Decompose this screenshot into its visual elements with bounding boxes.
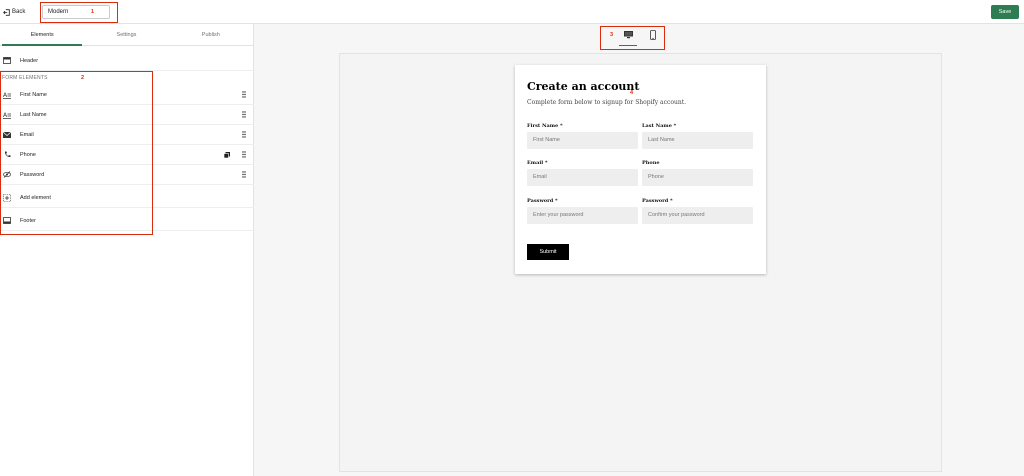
last-name-input[interactable]: Last Name <box>642 132 753 149</box>
signup-form-preview: Create an account Complete form below to… <box>515 65 766 274</box>
sidebar-item-header[interactable]: Header <box>0 51 254 71</box>
tab-elements[interactable]: Elements <box>0 24 84 46</box>
tab-publish[interactable]: Publish <box>169 24 253 45</box>
drag-handle-icon[interactable] <box>242 111 246 118</box>
callout-box-2 <box>0 71 153 235</box>
header-layout-icon <box>3 57 11 65</box>
duplicate-icon[interactable] <box>223 151 230 158</box>
phone-input[interactable]: Phone <box>642 169 753 186</box>
drag-handle-icon[interactable] <box>242 171 246 178</box>
form-subtitle: Complete form below to signup for Shopif… <box>527 99 687 106</box>
phone-label: Phone <box>642 160 660 166</box>
callout-box-1 <box>40 2 118 23</box>
top-bar: Back Modern Save <box>0 0 1024 24</box>
drag-handle-icon[interactable] <box>242 91 246 98</box>
back-button[interactable]: Back <box>3 7 25 17</box>
callout-number-2: 2 <box>81 75 85 81</box>
form-title: Create an account <box>527 80 640 93</box>
first-name-input[interactable]: First Name <box>527 132 638 149</box>
sidebar-item-label: Header <box>20 57 39 64</box>
save-button[interactable]: Save <box>991 5 1019 19</box>
drag-handle-icon[interactable] <box>242 151 246 158</box>
password-label: Password * <box>527 198 558 204</box>
callout-box-3 <box>600 26 665 50</box>
callout-number-1: 1 <box>91 9 95 15</box>
sidebar-tabs: Elements Settings Publish <box>0 24 253 46</box>
confirm-password-input[interactable]: Confirm your password <box>642 207 753 224</box>
confirm-password-label: Password * <box>642 198 673 204</box>
submit-button[interactable]: Submit <box>527 244 569 260</box>
first-name-label: First Name * <box>527 123 563 129</box>
callout-number-3: 3 <box>610 32 614 38</box>
back-label: Back <box>12 9 26 15</box>
last-name-label: Last Name * <box>642 123 677 129</box>
tab-settings[interactable]: Settings <box>84 24 168 45</box>
email-input[interactable]: Email <box>527 169 638 186</box>
email-label: Email * <box>527 160 548 166</box>
password-input[interactable]: Enter your password <box>527 207 638 224</box>
drag-handle-icon[interactable] <box>242 131 246 138</box>
callout-number-4: 4 <box>630 90 634 96</box>
back-icon <box>3 8 10 16</box>
